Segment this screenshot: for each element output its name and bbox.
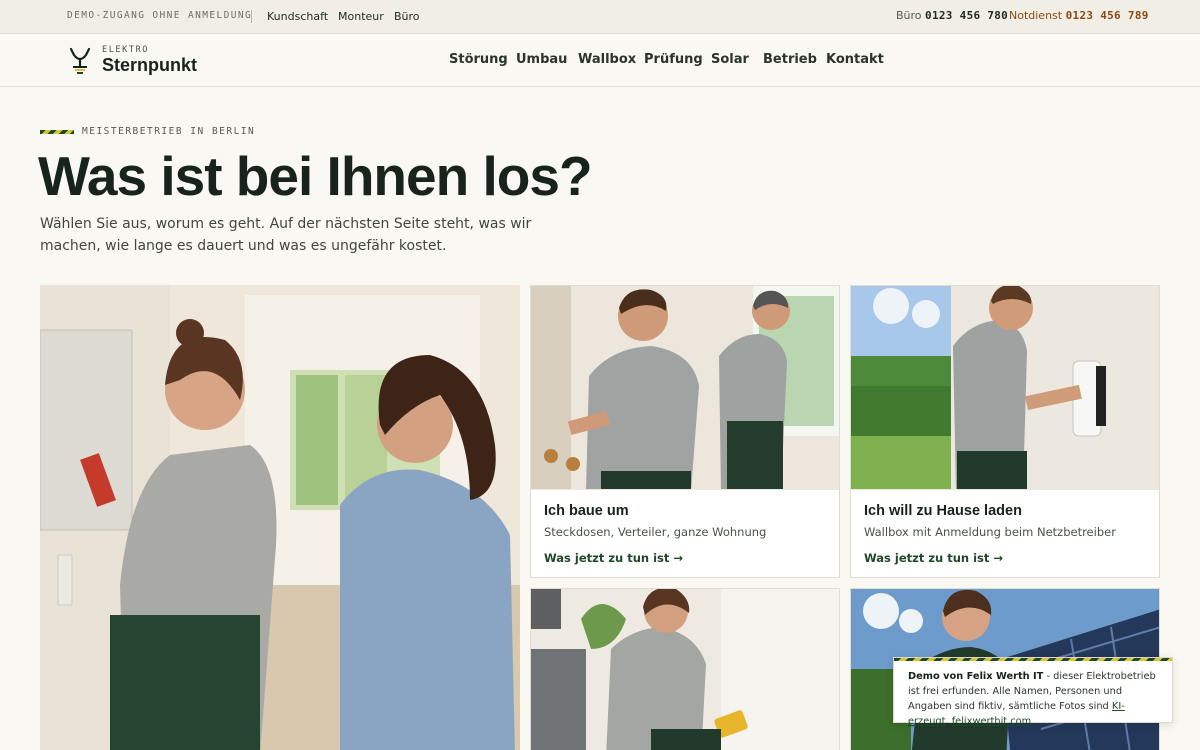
demo-access-label: DEMO-ZUGANG OHNE ANMELDUNG [67,10,253,21]
office-phone-number: 0123 456 780 [925,9,1009,22]
hazard-stripe [894,658,1172,661]
utility-bar: DEMO-ZUGANG OHNE ANMELDUNG Kundschaft Mo… [0,0,1200,34]
nav-item-solar[interactable]: Solar [711,52,749,67]
role-link-monteur[interactable]: Monteur [338,10,384,23]
tile-stoerung[interactable] [40,285,520,750]
emergency-phone-link[interactable]: Notdienst 0123 456 789 [1009,9,1149,22]
card-title: Ich will zu Hause laden [864,503,1022,519]
nav-item-pruefung[interactable]: Prüfung [644,52,703,67]
site-header: ELEKTRO Sternpunkt Störung Umbau Wallbox… [0,34,1200,87]
disclaimer-author: Demo von Felix Werth IT [908,671,1044,682]
role-link-kundschaft[interactable]: Kundschaft [267,10,328,23]
nav-item-wallbox[interactable]: Wallbox [578,52,636,67]
demo-disclaimer: Demo von Felix Werth IT - dieser Elektro… [893,657,1173,727]
wallbox-installation-photo [851,286,1159,491]
tile-umbau[interactable]: Ich baue um Steckdosen, Verteiler, ganze… [530,285,840,578]
card-link-umbau[interactable]: Was jetzt zu tun ist → [544,551,683,565]
nav-item-betrieb[interactable]: Betrieb [763,52,817,67]
intro-text: Wählen Sie aus, worum es geht. Auf der n… [40,216,532,254]
page-title: Was ist bei Ihnen los? [38,145,593,207]
nav-item-umbau[interactable]: Umbau [516,52,567,67]
card-body: Ich baue um Steckdosen, Verteiler, ganze… [531,489,839,577]
star-point-logo-icon [69,47,91,74]
logo-wordmark: Sternpunkt [102,55,198,75]
role-link-buero[interactable]: Büro [394,10,420,23]
electrician-measuring-photo [531,589,839,750]
card-body: Ich will zu Hause laden Wallbox mit Anme… [851,489,1159,577]
logo-overline: ELEKTRO [102,45,150,55]
disclaimer-text: Demo von Felix Werth IT - dieser Elektro… [908,669,1163,729]
eyebrow-label: MEISTERBETRIEB IN BERLIN [82,126,256,137]
emergency-phone-label: Notdienst [1009,9,1063,22]
author-website-link[interactable]: felixwerthit.com [952,716,1031,727]
hazard-stripe [40,130,74,134]
card-subtitle: Steckdosen, Verteiler, ganze Wohnung [544,525,767,539]
electricians-renovation-photo [531,286,839,491]
office-phone-label: Büro [896,9,922,22]
card-subtitle: Wallbox mit Anmeldung beim Netzbetreiber [864,525,1116,539]
logo-link[interactable]: ELEKTRO Sternpunkt [68,45,198,79]
card-title: Ich baue um [544,503,629,519]
nav-item-stoerung[interactable]: Störung [449,52,508,67]
divider [251,10,252,23]
office-phone-link[interactable]: Büro 0123 456 780 [896,9,1008,22]
card-link-wallbox[interactable]: Was jetzt zu tun ist → [864,551,1003,565]
emergency-phone-number: 0123 456 789 [1065,9,1149,22]
nav-item-kontakt[interactable]: Kontakt [826,52,884,67]
tile-pruefung[interactable] [530,588,840,750]
tile-wallbox[interactable]: Ich will zu Hause laden Wallbox mit Anme… [850,285,1160,578]
electrician-fusebox-photo [40,285,520,750]
